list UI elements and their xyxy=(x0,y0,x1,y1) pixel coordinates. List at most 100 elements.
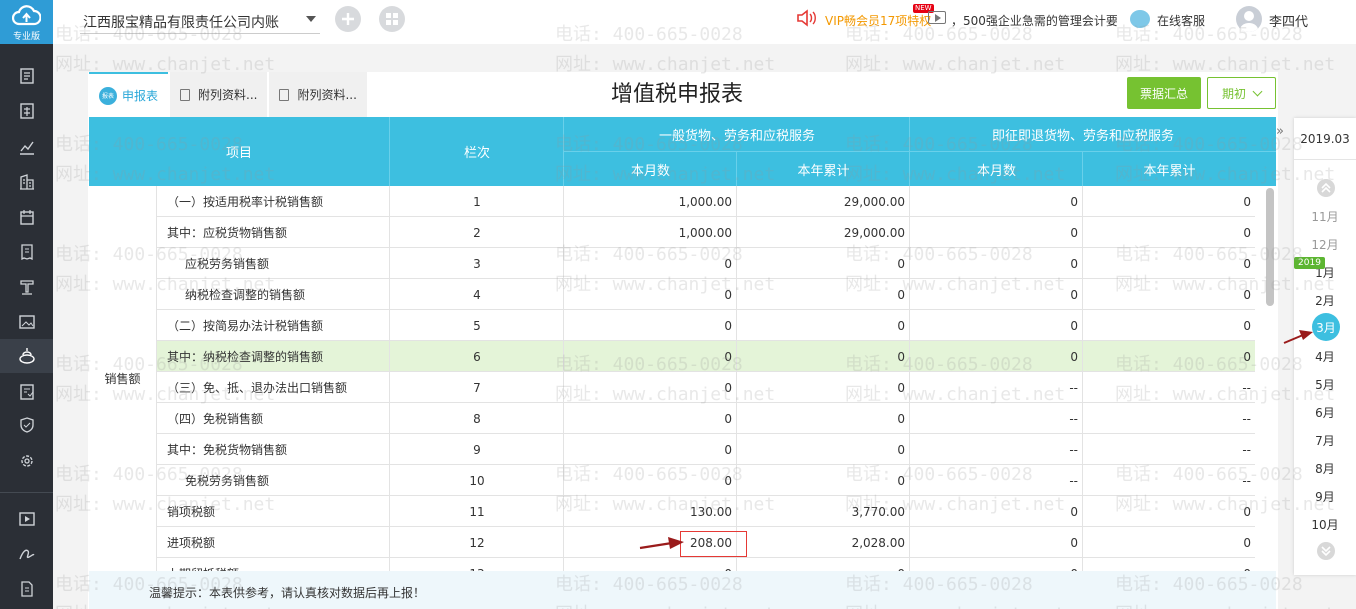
tax-nav-icon[interactable] xyxy=(0,339,53,373)
cell-refund-month[interactable]: 0 xyxy=(910,279,1082,310)
cell-refund-month[interactable]: 0 xyxy=(910,217,1082,248)
chevron-down-icon[interactable] xyxy=(1317,542,1335,560)
image-nav-icon[interactable] xyxy=(0,305,53,339)
month-selected[interactable]: 3月 xyxy=(1312,313,1340,341)
cell-refund-month[interactable]: -- xyxy=(910,434,1082,465)
building-nav-icon[interactable] xyxy=(0,165,53,199)
document-icon xyxy=(279,88,290,101)
cell-general-year[interactable]: 0 xyxy=(737,341,909,372)
add-icon[interactable] xyxy=(335,6,361,32)
month-item[interactable]: 7月 xyxy=(1294,432,1356,449)
cell-refund-year[interactable]: -- xyxy=(1083,372,1255,403)
month-item[interactable]: 5月 xyxy=(1294,376,1356,393)
cell-general-year[interactable]: 0 xyxy=(737,372,909,403)
app-logo[interactable]: 专业版 xyxy=(0,0,53,44)
cell-refund-year[interactable]: -- xyxy=(1083,403,1255,434)
play-video-icon[interactable] xyxy=(928,11,946,24)
cell-general-month[interactable]: 0 xyxy=(564,248,736,279)
cell-refund-month[interactable]: 0 xyxy=(910,496,1082,527)
cell-general-month[interactable]: 0 xyxy=(564,558,736,572)
month-item[interactable]: 4月 xyxy=(1294,348,1356,365)
cell-refund-year[interactable]: 0 xyxy=(1083,186,1255,217)
month-item[interactable]: 8月 xyxy=(1294,460,1356,477)
row-num: 6 xyxy=(473,349,481,364)
cell-refund-month[interactable]: 0 xyxy=(910,248,1082,279)
cell-refund-year[interactable]: 0 xyxy=(1083,527,1255,558)
cell-general-year[interactable]: 29,000.00 xyxy=(737,217,909,248)
invoice-nav-icon[interactable] xyxy=(0,235,53,269)
cell-general-year[interactable]: 0 xyxy=(737,558,909,572)
cell-general-year[interactable]: 0 xyxy=(737,279,909,310)
online-service-link[interactable]: 在线客服 xyxy=(1157,12,1205,29)
cell-general-year[interactable]: 0 xyxy=(737,403,909,434)
gear-nav-icon[interactable] xyxy=(0,444,53,478)
company-selector[interactable]: 江西服宝精品有限责任公司内账 xyxy=(83,12,279,32)
cell-general-year[interactable]: 0 xyxy=(737,248,909,279)
cell-refund-year[interactable]: 0 xyxy=(1083,496,1255,527)
cell-refund-year[interactable]: 0 xyxy=(1083,248,1255,279)
cell-general-month[interactable]: 1,000.00 xyxy=(564,186,736,217)
cell-general-year[interactable]: 0 xyxy=(737,434,909,465)
cell-refund-month[interactable]: 0 xyxy=(910,341,1082,372)
cell-refund-year[interactable]: -- xyxy=(1083,434,1255,465)
cell-general-year[interactable]: 29,000.00 xyxy=(737,186,909,217)
month-item[interactable]: 9月 xyxy=(1294,488,1356,505)
customer-service-icon[interactable] xyxy=(1130,10,1150,28)
report-chart-nav-icon[interactable] xyxy=(0,130,53,164)
cell-general-month[interactable]: 0 xyxy=(564,372,736,403)
vip-promo-link[interactable]: VIP畅会员17项特权 xyxy=(825,12,931,29)
month-item[interactable]: 11月 xyxy=(1294,208,1356,225)
cell-general-year[interactable]: 2,028.00 xyxy=(737,527,909,558)
cell-refund-month[interactable]: 0 xyxy=(910,186,1082,217)
stamp-nav-icon[interactable] xyxy=(0,270,53,304)
cell-general-month[interactable]: 0 xyxy=(564,279,736,310)
cell-general-month[interactable]: 0 xyxy=(564,403,736,434)
cell-refund-month[interactable]: -- xyxy=(910,465,1082,496)
tab-attachment-2[interactable]: 附列资料... xyxy=(269,72,367,117)
month-item[interactable]: 10月 xyxy=(1294,516,1356,533)
table-scrollbar[interactable] xyxy=(1266,188,1274,306)
cell-refund-year[interactable]: 0 xyxy=(1083,217,1255,248)
cell-refund-month[interactable]: -- xyxy=(910,403,1082,434)
chevron-down-icon[interactable] xyxy=(306,16,316,22)
cell-refund-month[interactable]: -- xyxy=(910,372,1082,403)
cell-general-month[interactable]: 0 xyxy=(564,341,736,372)
cell-refund-year[interactable]: 0 xyxy=(1083,558,1255,572)
cell-refund-year[interactable]: 0 xyxy=(1083,341,1255,372)
ledger-nav-icon[interactable] xyxy=(0,94,53,128)
month-item[interactable]: 12月 xyxy=(1294,236,1356,253)
avatar[interactable] xyxy=(1236,6,1262,32)
document-nav-icon[interactable] xyxy=(0,572,53,606)
cell-refund-year[interactable]: 0 xyxy=(1083,279,1255,310)
cell-general-month[interactable]: 0 xyxy=(564,434,736,465)
cell-general-year[interactable]: 0 xyxy=(737,465,909,496)
month-item[interactable]: 6月 xyxy=(1294,404,1356,421)
sign-nav-icon[interactable] xyxy=(0,537,53,571)
month-item[interactable]: 2月 xyxy=(1294,292,1356,309)
chevron-up-icon[interactable] xyxy=(1317,179,1335,197)
apps-grid-icon[interactable] xyxy=(379,6,405,32)
tab-attachment-1[interactable]: 附列资料... xyxy=(170,72,268,117)
voucher-nav-icon[interactable] xyxy=(0,59,53,93)
tab-main-report[interactable]: 报表 申报表 xyxy=(89,72,169,117)
cell-general-year[interactable]: 3,770.00 xyxy=(737,496,909,527)
calendar-nav-icon[interactable] xyxy=(0,200,53,234)
period-dropdown[interactable]: 期初 xyxy=(1207,77,1276,109)
cell-general-month[interactable]: 0 xyxy=(564,310,736,341)
cell-refund-month[interactable]: 0 xyxy=(910,310,1082,341)
video-nav-icon[interactable] xyxy=(0,502,53,536)
cell-general-month[interactable]: 1,000.00 xyxy=(564,217,736,248)
user-name[interactable]: 李四代 xyxy=(1269,11,1308,30)
news-marquee[interactable]: ，500强企业急需的管理会计要 xyxy=(951,12,1117,29)
collapse-icon[interactable]: » xyxy=(1276,124,1284,139)
cell-refund-year[interactable]: -- xyxy=(1083,465,1255,496)
tax-return-nav-icon[interactable] xyxy=(0,375,53,409)
cell-general-year[interactable]: 0 xyxy=(737,310,909,341)
cell-general-month[interactable]: 0 xyxy=(564,465,736,496)
cell-refund-month[interactable]: 0 xyxy=(910,558,1082,572)
cell-general-month[interactable]: 130.00 xyxy=(564,496,736,527)
invoice-summary-button[interactable]: 票据汇总 xyxy=(1127,77,1201,109)
cell-refund-month[interactable]: 0 xyxy=(910,527,1082,558)
shield-nav-icon[interactable] xyxy=(0,408,53,442)
cell-refund-year[interactable]: 0 xyxy=(1083,310,1255,341)
